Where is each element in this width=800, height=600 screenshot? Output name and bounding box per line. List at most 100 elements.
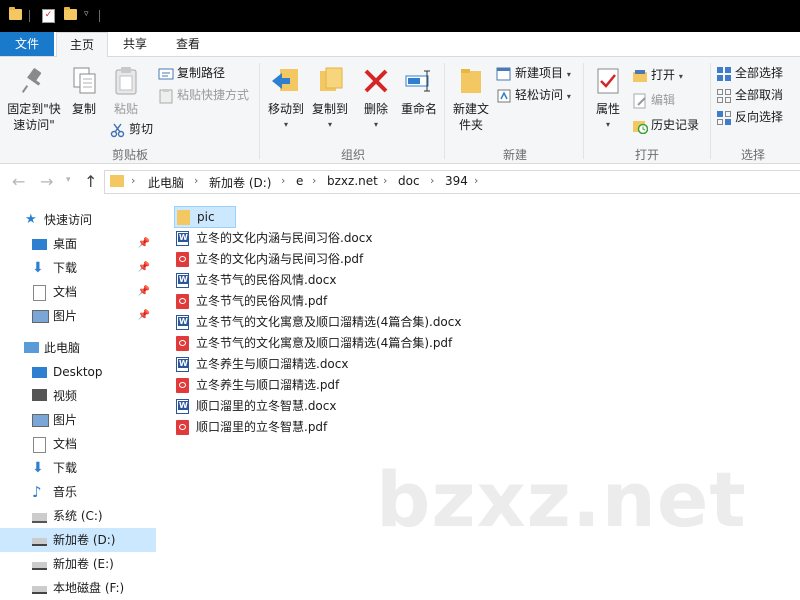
history-button[interactable]: 历史记录 <box>632 115 699 135</box>
new-folder-button[interactable]: 新建文件夹 <box>448 65 494 133</box>
copy-path-button[interactable]: 复制路径 <box>158 63 225 83</box>
copy-button[interactable]: 复制 <box>66 65 102 117</box>
back-arrow-icon[interactable]: ← <box>12 172 25 191</box>
edit-button[interactable]: 编辑 <box>632 90 675 110</box>
new-item-dropdown-icon: ▾ <box>566 70 571 79</box>
download-arrow-icon: ⬇ <box>32 460 44 476</box>
picture-icon <box>32 310 49 323</box>
cut-button[interactable]: 剪切 <box>110 119 153 139</box>
breadcrumb-separator[interactable]: › <box>474 174 478 187</box>
rename-label: 重命名 <box>400 102 437 116</box>
new-item-label: 新建项目 <box>515 66 564 80</box>
sidebar-item-drive-f[interactable]: 本地磁盘 (F:) <box>0 576 156 600</box>
organize-group-label: 组织 <box>340 148 365 162</box>
properties-dropdown-icon: ▾ <box>605 120 610 129</box>
breadcrumb-separator[interactable]: › <box>131 174 135 187</box>
recent-locations-chevron-icon[interactable]: ▾ <box>66 175 71 185</box>
breadcrumb-item[interactable]: 此电脑 <box>148 174 184 191</box>
new-group-label: 新建 <box>502 148 527 162</box>
easy-access-button[interactable]: 轻松访问 ▾ <box>496 85 571 105</box>
sidebar-item-downloads[interactable]: ⬇ 下载 📌 <box>0 256 156 280</box>
address-bar[interactable]: › 此电脑 › 新加卷 (D:) › e › bzxz.net › doc › … <box>104 170 800 194</box>
computer-icon <box>24 342 39 353</box>
pin-icon[interactable]: 📌 <box>138 256 150 280</box>
pin-to-quick-access-button[interactable]: 固定到"快速访问" <box>4 65 64 133</box>
sidebar-item-desktop[interactable]: 桌面 📌 <box>0 232 156 256</box>
breadcrumb-item[interactable]: doc <box>398 174 420 188</box>
pin-icon[interactable]: 📌 <box>138 232 150 256</box>
pdf-icon <box>176 336 189 351</box>
tab-home[interactable]: 主页 <box>56 32 108 58</box>
tab-share[interactable]: 共享 <box>110 32 160 56</box>
sidebar-item-drive-c[interactable]: 系统 (C:) <box>0 504 156 528</box>
breadcrumb-item[interactable]: 394 <box>445 174 468 188</box>
new-folder-icon[interactable] <box>64 7 77 20</box>
breadcrumb-item[interactable]: bzxz.net <box>327 174 378 188</box>
desktop-icon <box>32 367 47 378</box>
breadcrumb-separator[interactable]: › <box>194 174 198 187</box>
pin-icon[interactable]: 📌 <box>138 304 150 328</box>
sidebar-item-pictures[interactable]: 图片 📌 <box>0 304 156 328</box>
pin-label: 固定到"快速访问" <box>7 102 61 132</box>
new-folder-icon <box>455 65 487 97</box>
sidebar-item-label: 视频 <box>53 389 78 403</box>
properties-label: 属性 <box>595 102 620 116</box>
breadcrumb-item[interactable]: e <box>296 174 303 188</box>
breadcrumb-separator[interactable]: › <box>430 174 434 187</box>
copy-label: 复制 <box>71 102 96 116</box>
breadcrumb-item[interactable]: 新加卷 (D:) <box>209 174 271 191</box>
properties-icon[interactable]: ✓ <box>42 9 55 23</box>
copy-to-button[interactable]: 复制到 ▾ <box>308 65 352 133</box>
list-item-folder[interactable]: pic <box>174 206 236 228</box>
tab-file[interactable]: 文件 <box>0 32 54 56</box>
paste-shortcut-button[interactable]: 粘贴快捷方式 <box>158 85 249 105</box>
video-icon <box>32 389 47 401</box>
sidebar-item-videos[interactable]: 视频 <box>0 384 156 408</box>
document-icon <box>33 437 46 453</box>
breadcrumb-separator[interactable]: › <box>383 174 387 187</box>
sidebar-item-desktop-pc[interactable]: Desktop <box>0 360 156 384</box>
paste-shortcut-label: 粘贴快捷方式 <box>177 88 250 102</box>
sidebar-item-label: 本地磁盘 (F:) <box>53 581 125 595</box>
select-none-button[interactable]: 全部取消 <box>716 85 783 105</box>
sidebar-item-downloads-pc[interactable]: ⬇ 下载 <box>0 456 156 480</box>
paste-button[interactable]: 粘贴 <box>106 65 146 117</box>
sidebar-item-documents[interactable]: 文档 📌 <box>0 280 156 304</box>
sidebar-item-quick-access[interactable]: ★ 快速访问 <box>0 208 156 232</box>
move-to-icon <box>270 65 302 97</box>
breadcrumb-separator[interactable]: › <box>281 174 285 187</box>
file-name: 立冬的文化内涵与民间习俗.docx <box>196 231 373 245</box>
sidebar-item-music[interactable]: ♪ 音乐 <box>0 480 156 504</box>
word-document-icon <box>176 399 189 414</box>
copy-to-label: 复制到 <box>311 102 348 116</box>
pin-icon[interactable]: 📌 <box>138 280 150 304</box>
open-label: 打开 <box>651 68 676 82</box>
invert-selection-icon <box>716 110 732 126</box>
new-item-button[interactable]: 新建项目 ▾ <box>496 63 571 83</box>
sidebar-item-label: 文档 <box>53 437 78 451</box>
delete-button[interactable]: 删除 ▾ <box>358 65 394 133</box>
open-button[interactable]: 打开 ▾ <box>632 65 683 85</box>
up-arrow-icon[interactable]: ↑ <box>84 172 97 191</box>
sidebar-item-drive-e[interactable]: 新加卷 (E:) <box>0 552 156 576</box>
move-to-button[interactable]: 移动到 ▾ <box>264 65 308 133</box>
open-group-label: 打开 <box>634 148 659 162</box>
sidebar-item-drive-d[interactable]: 新加卷 (D:) <box>0 528 156 552</box>
sidebar-item-documents-pc[interactable]: 文档 <box>0 432 156 456</box>
properties-button[interactable]: 属性 ▾ <box>590 65 626 133</box>
file-name: 立冬节气的民俗风情.docx <box>196 273 337 287</box>
sidebar-item-pictures-pc[interactable]: 图片 <box>0 408 156 432</box>
forward-arrow-icon[interactable]: → <box>40 172 53 191</box>
select-all-button[interactable]: 全部选择 <box>716 63 783 83</box>
tab-view[interactable]: 查看 <box>162 32 214 56</box>
drive-icon <box>32 538 47 546</box>
easy-access-icon <box>496 88 512 104</box>
file-name: 顺口溜里的立冬智慧.docx <box>196 399 337 413</box>
select-group-label: 选择 <box>740 148 765 162</box>
chevron-down-icon[interactable]: ▿ <box>84 9 89 19</box>
rename-button[interactable]: 重命名 <box>398 65 440 117</box>
invert-selection-button[interactable]: 反向选择 <box>716 107 783 127</box>
sidebar-item-this-pc[interactable]: 此电脑 <box>0 336 156 360</box>
pin-icon <box>18 65 50 97</box>
breadcrumb-separator[interactable]: › <box>312 174 316 187</box>
